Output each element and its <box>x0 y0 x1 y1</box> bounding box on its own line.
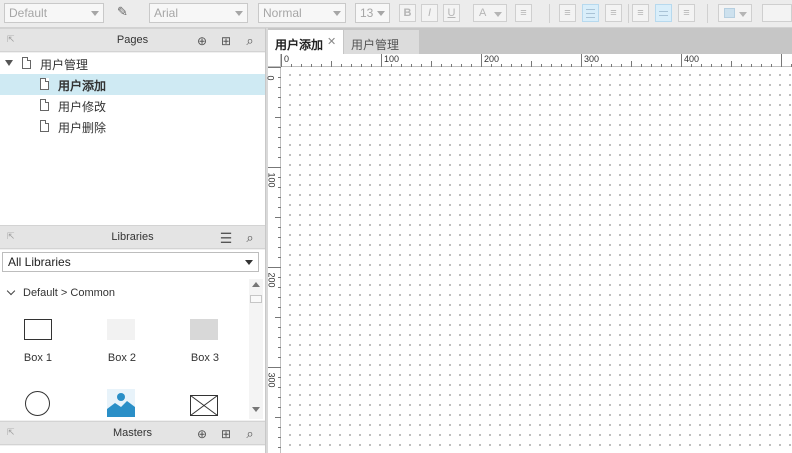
placeholder-widget-icon[interactable] <box>190 395 218 416</box>
tab-bar: 用户添加 ✕ 用户管理 <box>268 28 792 54</box>
page-item-user-management[interactable]: 用户管理 <box>0 53 265 74</box>
toolbar: Default ✎ Arial Normal 13 B I U A ≡ ≡ ≡ … <box>0 0 792 28</box>
font-size-select[interactable]: 13 <box>355 3 390 23</box>
collapse-chevron-icon[interactable] <box>6 286 16 296</box>
ruler-label: 0 <box>284 54 290 64</box>
widget-label: Box 2 <box>107 352 137 364</box>
vertical-ruler-ticks <box>268 67 281 448</box>
pages-panel-header: ⇱ Pages ⊕ ⊞ ⌕ <box>0 28 265 52</box>
align-left-icon[interactable]: ≡ <box>559 4 576 22</box>
box3-widget-icon[interactable] <box>190 319 218 340</box>
search-icon[interactable]: ⌕ <box>243 427 257 441</box>
libraries-panel-header: ⇱ Libraries ☰ ⌕ <box>0 225 265 249</box>
horizontal-ruler: 0 100 200 300 400 <box>268 54 792 67</box>
bullet-list-icon[interactable]: ≡ <box>515 4 532 22</box>
libraries-scrollbar[interactable] <box>249 279 263 419</box>
align-middle-icon[interactable] <box>655 4 672 22</box>
widget-label: Box 1 <box>23 352 53 364</box>
bold-button[interactable]: B <box>399 4 416 22</box>
tab-label: 用户管理 <box>351 38 400 52</box>
vertical-ruler: 0 100 200 300 <box>265 67 281 453</box>
page-item-user-delete[interactable]: 用户删除 <box>0 116 265 137</box>
search-icon[interactable]: ⌕ <box>243 34 257 48</box>
ruler-label: 200 <box>484 54 500 64</box>
font-family-value: Arial <box>154 6 179 20</box>
tab-user-add[interactable]: 用户添加 ✕ <box>268 30 343 54</box>
font-size-value: 13 <box>360 6 374 20</box>
fill-color-button[interactable] <box>718 4 752 22</box>
add-page-icon[interactable]: ⊕ <box>195 34 209 48</box>
horizontal-ruler-ticks <box>281 54 792 67</box>
ellipse-widget-icon[interactable] <box>25 391 50 416</box>
close-icon[interactable]: ✕ <box>327 35 336 48</box>
box2-widget-icon[interactable] <box>107 319 135 340</box>
menu-icon[interactable]: ☰ <box>219 231 233 245</box>
page-item-user-edit[interactable]: 用户修改 <box>0 95 265 116</box>
page-label: 用户修改 <box>58 100 107 114</box>
library-path: Default > Common <box>23 287 116 299</box>
font-weight-value: Normal <box>263 6 302 20</box>
masters-panel-header: ⇱ Masters ⊕ ⊞ ⌕ <box>0 421 265 445</box>
style-select-value: Default <box>9 6 48 20</box>
page-item-user-add[interactable]: 用户添加 <box>0 74 265 95</box>
underline-button[interactable]: U <box>443 4 460 22</box>
libraries-body: All Libraries Default > Common Box 1 Box… <box>0 250 265 420</box>
library-select[interactable]: All Libraries <box>2 252 259 272</box>
app-window: Default ✎ Arial Normal 13 B I U A ≡ ≡ ≡ … <box>0 0 792 453</box>
search-icon[interactable]: ⌕ <box>243 231 257 245</box>
ruler-label: 100 <box>384 54 400 64</box>
italic-button[interactable]: I <box>421 4 438 22</box>
ruler-label: 0 <box>265 75 276 81</box>
ruler-label: 400 <box>684 54 700 64</box>
scroll-down-icon[interactable] <box>252 407 260 412</box>
scroll-thumb[interactable] <box>250 295 262 303</box>
add-folder-icon[interactable]: ⊞ <box>219 427 233 441</box>
tab-user-management[interactable]: 用户管理 <box>344 30 419 54</box>
masters-body <box>0 446 265 453</box>
ruler-label: 300 <box>266 372 277 388</box>
shadow-button[interactable] <box>762 4 792 22</box>
align-bottom-icon[interactable]: ≡ <box>678 4 695 22</box>
align-top-icon[interactable]: ≡ <box>632 4 649 22</box>
page-icon <box>40 120 49 132</box>
box1-widget-icon[interactable] <box>24 319 52 340</box>
page-label: 用户管理 <box>40 58 89 72</box>
scroll-up-icon[interactable] <box>252 282 260 287</box>
library-select-value: All Libraries <box>8 255 71 269</box>
page-icon <box>22 57 31 69</box>
add-folder-icon[interactable]: ⊞ <box>219 34 233 48</box>
ruler-label: 100 <box>266 172 277 188</box>
align-right-icon[interactable]: ≡ <box>605 4 622 22</box>
align-center-icon[interactable] <box>582 4 599 22</box>
add-master-icon[interactable]: ⊕ <box>195 427 209 441</box>
font-weight-select[interactable]: Normal <box>258 3 346 23</box>
format-painter-icon[interactable]: ✎ <box>114 4 131 22</box>
page-icon <box>40 99 49 111</box>
font-family-select[interactable]: Arial <box>149 3 248 23</box>
design-canvas[interactable] <box>281 67 792 453</box>
page-icon <box>40 78 49 90</box>
widget-label: Box 3 <box>190 352 220 364</box>
tab-label: 用户添加 <box>275 38 324 52</box>
font-color-button[interactable]: A <box>473 4 507 22</box>
ruler-corner <box>268 54 281 67</box>
expand-arrow-icon[interactable] <box>5 60 13 66</box>
pages-tree: 用户管理 用户添加 用户修改 用户删除 <box>0 53 265 225</box>
image-widget-icon[interactable] <box>107 389 135 417</box>
font-color-label: A <box>479 7 487 19</box>
style-select[interactable]: Default <box>4 3 104 23</box>
ruler-label: 300 <box>584 54 600 64</box>
page-label: 用户添加 <box>58 79 107 93</box>
ruler-label: 200 <box>266 272 277 288</box>
page-label: 用户删除 <box>58 121 107 135</box>
